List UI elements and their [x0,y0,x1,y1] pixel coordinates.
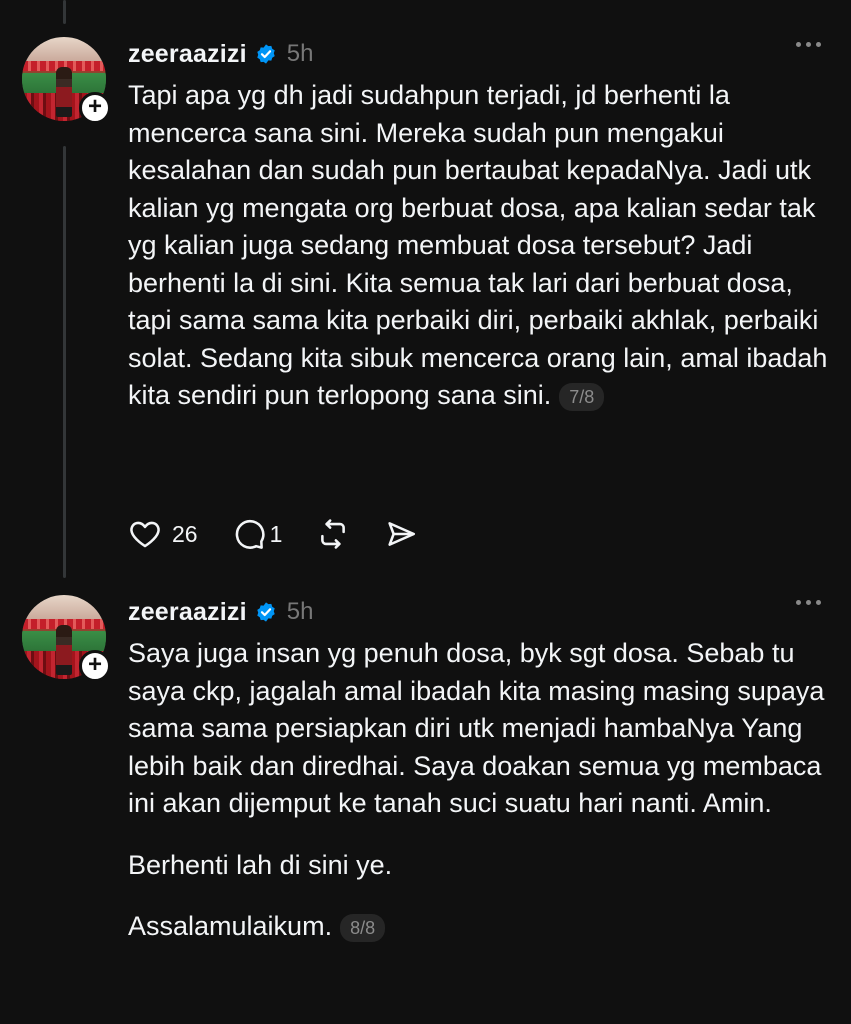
avatar-container[interactable]: + [22,595,111,682]
repost-icon [321,519,346,549]
post-time: 5h [286,598,314,625]
username[interactable]: zeeraazizi [128,598,247,627]
verified-badge-icon [257,602,275,622]
post-body: Tapi apa yg dh jadi sudahpun terjadi, jd… [128,77,838,415]
follow-plus-icon[interactable]: + [79,92,111,124]
post-text: Berhenti lah di sini ye. [128,849,393,880]
thread-connector-line [63,146,66,578]
post-header: zeeraazizi 5h [128,592,313,632]
reply-count: 1 [269,520,283,547]
post-text: Assalamulaikum. 8/8 [128,908,838,946]
post-text: Saya juga insan yg penuh dosa, byk sgt d… [128,638,825,818]
more-options-icon[interactable] [796,600,821,605]
heart-icon [130,521,160,548]
thread-counter-badge: 7/8 [559,382,605,411]
share-button[interactable] [384,517,418,551]
post-header: zeeraazizi 5h [128,34,313,74]
repost-button[interactable] [316,517,350,551]
post-actions: 26 1 [128,514,452,554]
like-button[interactable]: 26 [128,517,198,551]
reply-button[interactable]: 1 [232,517,283,551]
post-time: 5h [286,40,314,67]
like-count: 26 [172,520,198,547]
more-options-icon[interactable] [796,42,821,47]
follow-plus-icon[interactable]: + [79,650,111,682]
comment-icon [235,520,265,549]
avatar-container[interactable]: + [22,37,111,124]
post-text: Tapi apa yg dh jadi sudahpun terjadi, jd… [128,80,828,411]
post-body: Saya juga insan yg penuh dosa, byk sgt d… [128,635,838,946]
username[interactable]: zeeraazizi [128,40,247,69]
thread-connector-line [63,0,66,24]
send-icon [388,522,416,546]
verified-badge-icon [257,44,275,64]
thread-counter-badge: 8/8 [340,913,386,942]
